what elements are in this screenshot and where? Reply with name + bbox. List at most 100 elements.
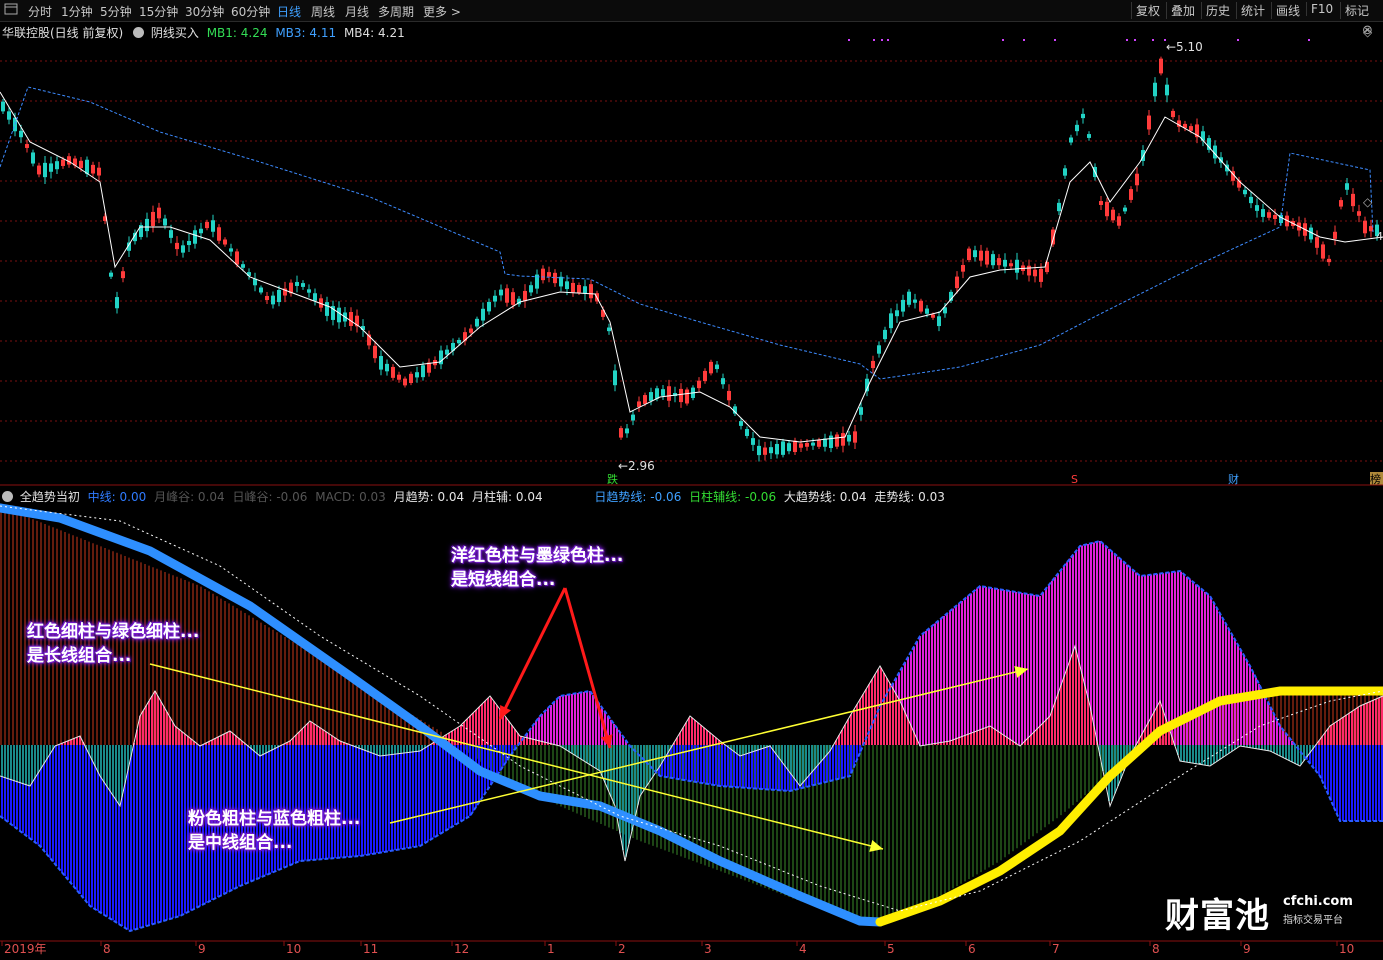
mark-button[interactable]: 标记 — [1340, 2, 1369, 19]
candle-body — [421, 365, 425, 378]
candle-body — [871, 360, 875, 369]
diamond-icon: ◇ — [1363, 195, 1373, 209]
overlay-button[interactable]: 叠加 — [1166, 2, 1195, 19]
stock-title: 华联控股(日线 前复权) — [2, 26, 124, 40]
tab-fenshi[interactable]: 分时 — [28, 3, 52, 20]
price-chart-panel[interactable]: ←5.10 ←2.96 跌 S 财榜 4 ◇ ◇ 华联控股(日线 前复权) 阴线买入 MB1:… — [0, 22, 1383, 486]
candle-body — [709, 361, 713, 374]
candle-body — [37, 165, 41, 175]
stats-button[interactable]: 统计 — [1236, 2, 1265, 19]
history-button[interactable]: 历史 — [1201, 2, 1230, 19]
tab-30min[interactable]: 30分钟 — [185, 3, 224, 20]
candle-body — [7, 111, 11, 120]
candle-body — [121, 271, 125, 279]
candle-body — [19, 130, 23, 138]
candle-body — [445, 349, 449, 355]
candle-body — [643, 395, 647, 404]
candle-body — [769, 447, 773, 454]
candle-body — [1069, 137, 1073, 143]
price-tail-label: 4 — [1376, 230, 1383, 243]
candle-body — [985, 250, 989, 265]
candle-body — [655, 388, 659, 399]
annotation-line: 是短线组合... — [451, 570, 556, 590]
signal-dot — [1134, 39, 1136, 41]
annotation-line: 是中线组合... — [188, 833, 293, 853]
candle-body — [721, 378, 725, 385]
candle-body — [1027, 265, 1031, 276]
x-axis-label: 10 — [286, 942, 301, 956]
candle-body — [415, 372, 419, 378]
annotation-line: 红色细柱与绿色细柱... — [27, 622, 200, 642]
candle-body — [859, 407, 863, 415]
candle-body — [1321, 244, 1325, 259]
candle-body — [571, 282, 575, 293]
high-price-label: ←5.10 — [1166, 40, 1203, 54]
x-axis-label: 10 — [1339, 942, 1354, 956]
signal-dot — [1308, 39, 1310, 41]
candle-body — [1165, 84, 1169, 96]
trend-indicator-chart[interactable]: 2019年 8 9 10 11 12 1 2 3 4 5 6 7 8 9 10 — [0, 486, 1383, 957]
tab-5min[interactable]: 5分钟 — [100, 3, 132, 20]
indicator-toggle-icon[interactable] — [2, 491, 13, 502]
candle-body — [1255, 205, 1259, 211]
sub-indicator-name[interactable]: 全趋势当初 — [20, 490, 80, 504]
f10-button[interactable]: F10 — [1306, 2, 1333, 16]
chart-legend: 华联控股(日线 前复权) 阴线买入 MB1: 4.24 MB3: 4.11 MB… — [2, 24, 405, 41]
low-price-label: ←2.96 — [618, 459, 655, 473]
candle-body — [793, 440, 797, 453]
candle-body — [739, 421, 743, 426]
x-axis-label: 12 — [454, 942, 469, 956]
candle-body — [541, 268, 545, 281]
candle-body — [157, 207, 161, 219]
x-axis-label: 6 — [968, 942, 976, 956]
tab-60min[interactable]: 60分钟 — [231, 3, 270, 20]
candle-body — [1327, 258, 1331, 263]
tab-weekly[interactable]: 周线 — [311, 3, 335, 20]
annotation-line: 粉色粗柱与蓝色粗柱... — [188, 809, 361, 829]
param-zoushixian: 走势线: 0.03 — [874, 490, 945, 504]
tab-more[interactable]: 更多 > — [423, 3, 461, 20]
candle-body — [163, 218, 167, 226]
fuquan-button[interactable]: 复权 — [1131, 2, 1160, 19]
x-axis-label: 9 — [198, 942, 206, 956]
candle-body — [835, 434, 839, 447]
candle-body — [1189, 126, 1193, 131]
tab-multi-period[interactable]: 多周期 — [378, 3, 414, 20]
candle-body — [115, 297, 119, 309]
candle-body — [757, 445, 761, 456]
indicator-toggle-icon[interactable] — [133, 27, 145, 38]
tab-1min[interactable]: 1分钟 — [61, 3, 93, 20]
tab-monthly[interactable]: 月线 — [345, 3, 369, 20]
candle-body — [661, 389, 665, 396]
marker-cai: 财 — [1228, 472, 1239, 486]
close-chart-icon[interactable]: ⊗ — [1362, 23, 1373, 38]
window-icon — [4, 3, 18, 15]
x-axis-label: 2 — [618, 942, 626, 956]
candle-body — [895, 310, 899, 317]
param-yuequshi: 月趋势: 0.04 — [393, 490, 465, 504]
candle-body — [43, 162, 47, 178]
candle-body — [457, 339, 461, 344]
candle-body — [397, 374, 401, 380]
draw-button[interactable]: 画线 — [1271, 2, 1300, 19]
candle-body — [205, 221, 209, 229]
indicator-panel[interactable]: 2019年 8 9 10 11 12 1 2 3 4 5 6 7 8 9 10 全趋势当初 中线: 0.00 … — [0, 486, 1383, 957]
signal-dot — [1126, 39, 1128, 41]
candle-body — [1267, 212, 1271, 218]
tab-15min[interactable]: 15分钟 — [139, 3, 178, 20]
indicator-name[interactable]: 阴线买入 — [151, 26, 199, 40]
candle-body — [325, 302, 329, 316]
candle-body — [1, 101, 5, 112]
candle-body — [685, 389, 689, 404]
tab-daily[interactable]: 日线 — [277, 3, 301, 20]
candle-body — [799, 443, 803, 448]
candle-body — [85, 159, 89, 174]
candle-body — [979, 250, 983, 261]
candle-body — [1081, 113, 1085, 119]
candle-body — [1333, 231, 1337, 239]
candlestick-chart[interactable]: ←5.10←2.96跌 S 财榜4◇◇ — [0, 22, 1383, 486]
candle-body — [61, 159, 65, 166]
candle-body — [307, 289, 311, 293]
candle-body — [1075, 124, 1079, 132]
menu-icon[interactable] — [4, 2, 18, 19]
